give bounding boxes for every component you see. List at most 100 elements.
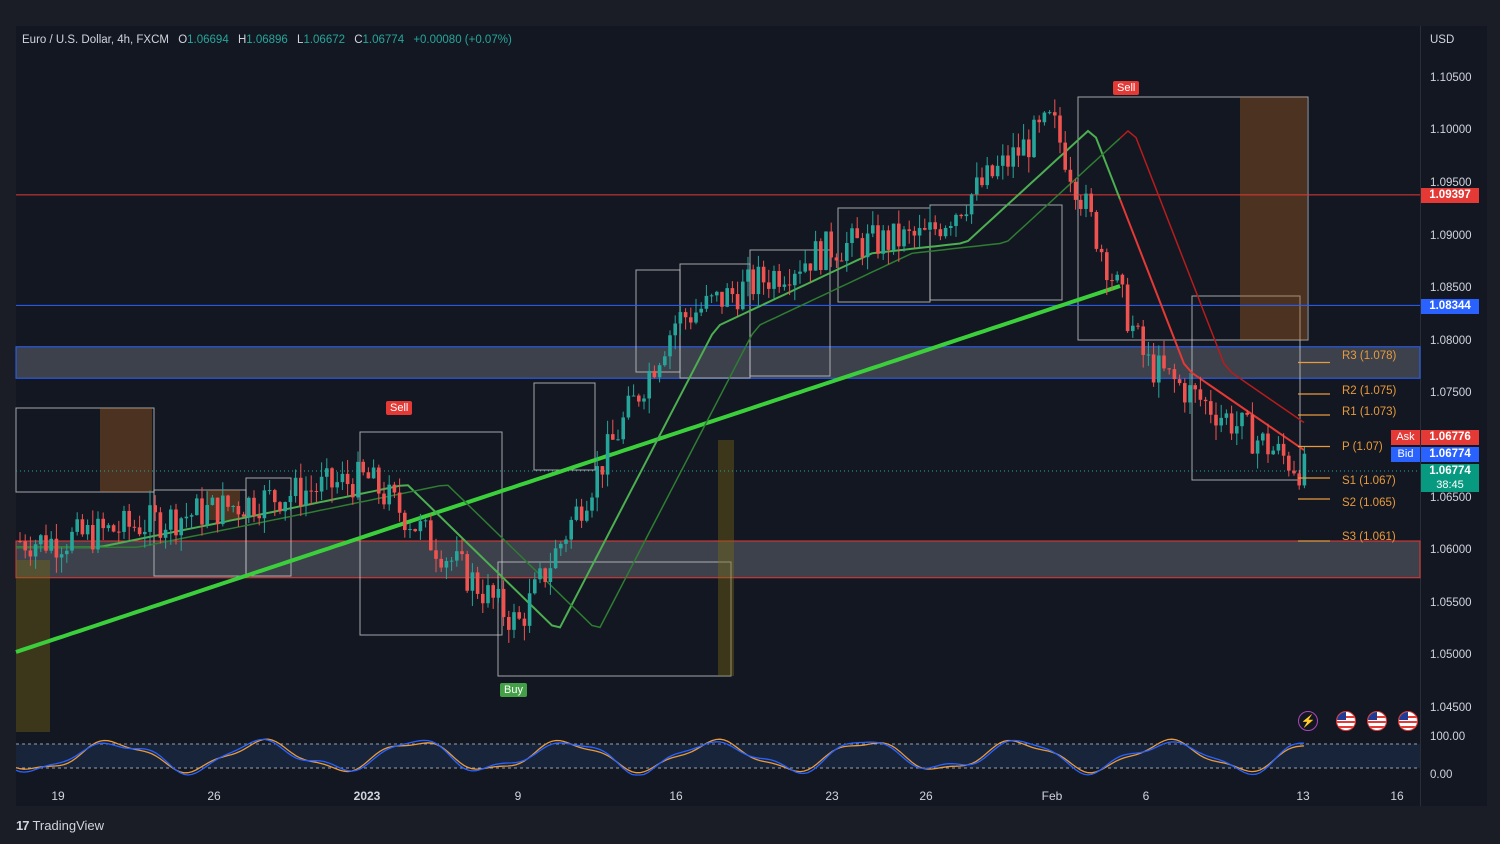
time-tick: 26: [207, 789, 221, 803]
candle-body: [1110, 280, 1114, 282]
candle-body: [897, 223, 901, 247]
price-tick: 1.09000: [1430, 230, 1472, 242]
candle-body: [1021, 139, 1026, 156]
candle-body: [174, 509, 178, 536]
candle-body: [1037, 119, 1041, 123]
pivot-s3-label: S3 (1.061): [1342, 531, 1396, 543]
sell-signal-badge[interactable]: Sell: [1113, 81, 1140, 95]
candle-body: [1058, 115, 1062, 143]
candle-body: [49, 538, 53, 551]
candle-body: [1089, 193, 1093, 213]
candle-body: [501, 588, 506, 618]
candle-body: [278, 502, 282, 512]
candle-body: [496, 588, 501, 598]
pivot-r2-label: R2 (1.075): [1342, 385, 1397, 397]
lightning-icon[interactable]: ⚡: [1298, 711, 1318, 731]
candle-body: [725, 288, 729, 307]
low-value: 1.06672: [303, 34, 346, 46]
candle-body: [122, 510, 126, 532]
sr-zone: [15, 346, 1421, 379]
candle-body: [85, 524, 90, 535]
symbol-legend[interactable]: Euro / U.S. Dollar, 4h, FXCM O1.06694 H1…: [22, 34, 512, 46]
candle-body: [44, 535, 48, 551]
candle-body: [720, 291, 724, 307]
candle-body: [507, 617, 511, 630]
candle-body: [486, 585, 490, 604]
tradingview-logo-text: TradingView: [32, 818, 105, 833]
candle-body: [756, 266, 761, 295]
candle-body: [127, 510, 131, 527]
candle-body: [845, 243, 849, 261]
candle-body: [1136, 325, 1140, 327]
candle-body: [782, 284, 787, 287]
candle-body: [377, 467, 381, 494]
chart-canvas[interactable]: [0, 0, 1500, 844]
open-value: 1.06694: [187, 34, 229, 46]
us-flag-icon[interactable]: [1336, 711, 1356, 731]
candle-body: [605, 434, 610, 475]
candle-body: [195, 498, 199, 516]
candle-body: [621, 417, 625, 440]
candle-body: [694, 312, 698, 323]
candle-body: [143, 531, 147, 535]
candle-body: [657, 365, 662, 378]
sell-signal-badge[interactable]: Sell: [386, 401, 413, 415]
candle-body: [283, 502, 287, 512]
candle-body: [345, 473, 350, 485]
candle-body: [746, 269, 750, 282]
candle-body: [200, 498, 204, 525]
candle-body: [949, 225, 953, 228]
candle-body: [673, 323, 677, 336]
pivot-r3-label: R3 (1.078): [1342, 350, 1397, 362]
candle-body: [1245, 412, 1249, 415]
high-key: H: [237, 34, 247, 46]
candle-body: [1141, 326, 1145, 355]
candle-body: [153, 505, 157, 513]
candle-body: [1287, 455, 1291, 471]
candle-body: [751, 269, 755, 295]
candle-body: [834, 257, 839, 261]
candle-body: [777, 271, 781, 287]
candle-body: [855, 228, 859, 239]
ema-slow-line: [15, 284, 1121, 654]
candle-body: [340, 473, 345, 483]
tradingview-logo[interactable]: 17 TradingView: [16, 818, 104, 833]
candle-body: [600, 466, 605, 475]
candle-body: [371, 467, 376, 479]
candle-body: [418, 521, 423, 532]
candle-body: [465, 554, 469, 591]
candle-body: [366, 472, 371, 479]
bid-price-tag: 1.06774: [1421, 447, 1479, 462]
candle-body: [444, 560, 449, 568]
price-tick: 1.04500: [1430, 702, 1472, 714]
candle-body: [91, 524, 95, 550]
candle-body: [39, 535, 43, 545]
candle-body: [517, 612, 521, 619]
pivot-p-label: P (1.07): [1342, 441, 1383, 453]
candle-body: [964, 214, 969, 217]
candle-body: [423, 520, 428, 522]
candle-body: [231, 505, 235, 507]
candle-body: [1302, 453, 1307, 486]
candle-body: [137, 527, 142, 535]
candle-body: [475, 572, 480, 594]
candle-body: [1125, 284, 1130, 332]
candle-body: [689, 317, 693, 323]
candle-body: [1198, 389, 1203, 400]
us-flag-icon[interactable]: [1398, 711, 1418, 731]
candle-body: [995, 165, 1000, 177]
pivot-s2-label: S2 (1.065): [1342, 497, 1396, 509]
candle-body: [860, 238, 865, 258]
candle-body: [767, 282, 771, 289]
candle-body: [975, 177, 979, 195]
buy-signal-badge[interactable]: Buy: [500, 683, 527, 697]
candle-body: [267, 490, 272, 492]
us-flag-icon[interactable]: [1367, 711, 1387, 731]
candle-body: [626, 395, 631, 418]
candle-body: [1235, 426, 1239, 434]
candle-body: [1172, 369, 1177, 380]
candle-body: [111, 525, 116, 532]
candle-body: [1250, 414, 1255, 454]
last-price-value: 1.06774: [1429, 465, 1471, 477]
candle-body: [553, 548, 558, 569]
